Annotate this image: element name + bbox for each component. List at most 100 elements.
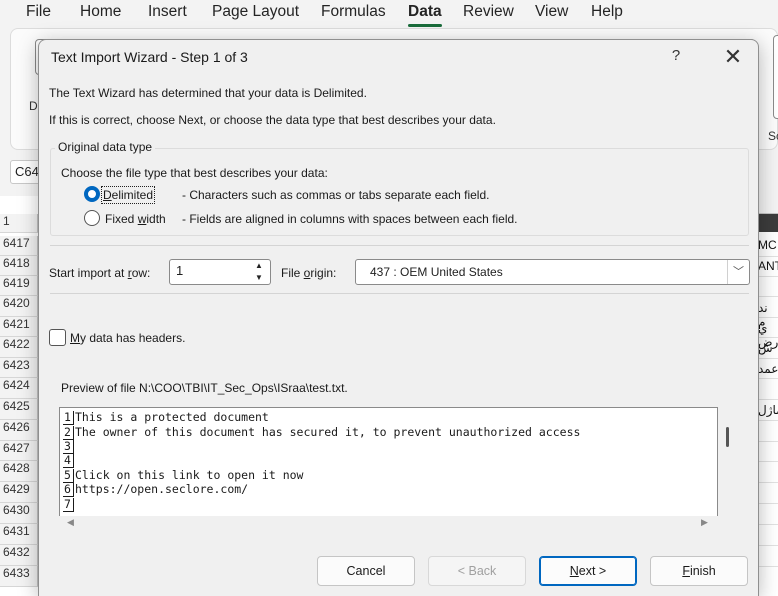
- radio-fixed-width[interactable]: [84, 210, 100, 226]
- label-rest: y data has headers.: [80, 331, 186, 345]
- row-header[interactable]: 6426: [0, 420, 38, 441]
- cell-text[interactable]: عمد: [758, 362, 778, 376]
- row-header[interactable]: 6427: [0, 441, 38, 461]
- accel-key: F: [682, 564, 690, 578]
- close-button[interactable]: ✕: [715, 42, 751, 72]
- start-row-spinner[interactable]: ▲ ▼: [247, 260, 271, 284]
- accel-key: M: [70, 331, 80, 345]
- file-origin-label: File origin:: [281, 266, 336, 280]
- row-header[interactable]: 6418: [0, 256, 38, 276]
- dialog-title: Text Import Wizard - Step 1 of 3: [51, 49, 248, 65]
- menu-tab-home[interactable]: Home: [80, 3, 121, 21]
- active-tab-indicator: [408, 24, 442, 27]
- row-header[interactable]: 6422: [0, 337, 38, 358]
- finish-button[interactable]: Finish: [650, 556, 748, 586]
- next-button[interactable]: Next >: [539, 556, 637, 586]
- label-rest: ext >: [578, 564, 607, 578]
- line-text: Click on this link to open it now: [75, 468, 304, 482]
- preview-line: 4: [63, 453, 75, 468]
- row-header[interactable]: 1: [0, 214, 38, 233]
- radio-fixed-width-label[interactable]: Fixed width: [105, 212, 166, 226]
- preview-line: 7: [63, 497, 75, 512]
- separator: [50, 293, 749, 294]
- file-origin-value: 437 : OEM United States: [370, 265, 503, 279]
- row-header[interactable]: 6423: [0, 358, 38, 378]
- row-header[interactable]: 6430: [0, 503, 38, 524]
- cell-text[interactable]: ش: [758, 341, 773, 355]
- line-number: 4: [63, 454, 74, 468]
- line-number: 2: [63, 426, 74, 440]
- preview-line: 6 https://open.seclore.com/: [63, 482, 249, 497]
- row-header[interactable]: 6424: [0, 378, 38, 399]
- label-rest: ow:: [131, 266, 151, 280]
- cell-text[interactable]: ANT: [758, 259, 778, 273]
- label-pre: Fixed: [105, 212, 138, 226]
- dialog-title-bar[interactable]: Text Import Wizard - Step 1 of 3 ? ✕: [39, 40, 758, 76]
- line-number: 7: [63, 498, 74, 512]
- headers-checkbox[interactable]: [49, 329, 66, 346]
- file-preview[interactable]: 1 This is a protected document 2 The owner…: [59, 407, 718, 516]
- label-rest: idth: [146, 212, 166, 226]
- line-number: 1: [63, 411, 74, 425]
- back-button[interactable]: < Back: [428, 556, 526, 586]
- menu-tab-file[interactable]: File: [26, 3, 51, 21]
- group-title: Original data type: [55, 140, 156, 154]
- line-text: https://open.seclore.com/: [75, 482, 249, 496]
- selected-column-header: [756, 214, 778, 232]
- cancel-button[interactable]: Cancel: [317, 556, 415, 586]
- chevron-down-icon[interactable]: ﹀: [727, 260, 749, 284]
- row-header[interactable]: 6428: [0, 461, 38, 482]
- row-header[interactable]: 6425: [0, 399, 38, 420]
- menu-tab-help[interactable]: Help: [591, 3, 623, 21]
- row-header[interactable]: 6419: [0, 276, 38, 296]
- scroll-right-icon[interactable]: ▶: [701, 517, 708, 528]
- row-header[interactable]: 6429: [0, 482, 38, 503]
- row-header[interactable]: 6417: [0, 236, 38, 256]
- menu-tab-data[interactable]: Data: [408, 3, 442, 21]
- spin-down-icon[interactable]: ▼: [247, 272, 271, 284]
- radio-delimited-label[interactable]: Delimited: [100, 186, 156, 204]
- ribbon-button[interactable]: [773, 35, 778, 119]
- preview-line: 5 Click on this link to open it now: [63, 468, 304, 483]
- line-text: The owner of this document has secured i…: [75, 425, 581, 439]
- label-rest: elimited: [111, 188, 154, 202]
- help-button[interactable]: ?: [667, 47, 685, 69]
- preview-line: 3: [63, 439, 75, 454]
- separator: [50, 245, 749, 246]
- row-header[interactable]: 6433: [0, 566, 38, 587]
- line-number: 5: [63, 469, 74, 483]
- menu-tab-view[interactable]: View: [535, 3, 568, 21]
- headers-checkbox-label[interactable]: My data has headers.: [70, 331, 185, 345]
- line-text: This is a protected document: [75, 410, 269, 424]
- row-header[interactable]: 6432: [0, 545, 38, 566]
- label-pre: Start import at: [49, 266, 128, 280]
- scroll-left-icon[interactable]: ◀: [67, 517, 74, 528]
- start-row-label: Start import at row:: [49, 266, 150, 280]
- menu-tab-page-layout[interactable]: Page Layout: [212, 3, 299, 21]
- preview-label: Preview of file N:\COO\TBI\IT_Sec_Ops\IS…: [61, 381, 348, 395]
- accel-key: N: [569, 564, 579, 578]
- menu-tab-formulas[interactable]: Formulas: [321, 3, 386, 21]
- row-header[interactable]: 6421: [0, 317, 38, 337]
- menu-tab-review[interactable]: Review: [463, 3, 514, 21]
- text-import-wizard-dialog: Text Import Wizard - Step 1 of 3 ? ✕ The…: [38, 39, 759, 596]
- line-number: 3: [63, 440, 74, 454]
- cell-text[interactable]: MC: [758, 238, 777, 252]
- cell-text[interactable]: ماژل: [758, 403, 778, 417]
- radio-delimited[interactable]: [84, 186, 100, 202]
- preview-line: 2 The owner of this document has secured …: [63, 425, 581, 440]
- preview-vertical-scrollbar[interactable]: [726, 427, 729, 447]
- group-prompt: Choose the file type that best describes…: [61, 166, 328, 180]
- accel-key: D: [103, 188, 112, 202]
- preview-line: 1 This is a protected document: [63, 410, 269, 425]
- spin-up-icon[interactable]: ▲: [247, 260, 271, 272]
- row-header[interactable]: 6431: [0, 524, 38, 545]
- menu-tab-insert[interactable]: Insert: [148, 3, 187, 21]
- row-header[interactable]: 6420: [0, 296, 38, 317]
- ribbon-fragment-right: Sc: [768, 129, 778, 143]
- delimited-description: - Characters such as commas or tabs sepa…: [182, 188, 490, 202]
- preview-horizontal-scrollbar[interactable]: ◀ ▶: [59, 516, 718, 532]
- file-origin-select[interactable]: 437 : OEM United States ﹀: [355, 259, 750, 285]
- label-rest: rigin:: [310, 266, 337, 280]
- excel-menu-bar: File Home Insert Page Layout Formulas Da…: [0, 0, 778, 27]
